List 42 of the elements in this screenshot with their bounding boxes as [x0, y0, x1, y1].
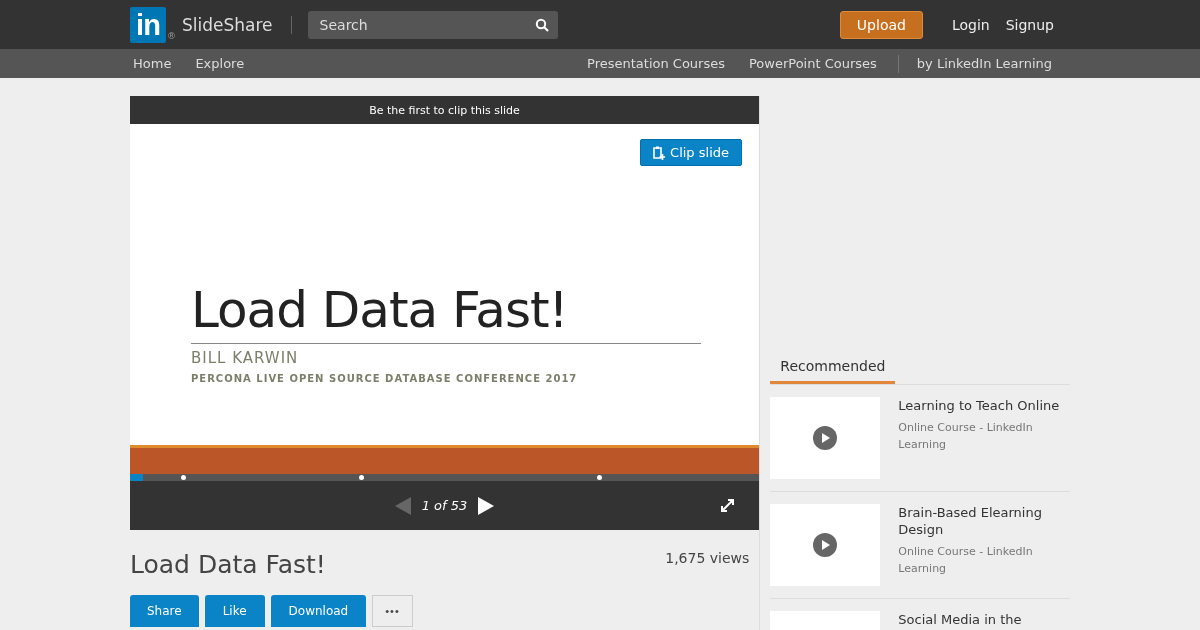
view-count: 1,675 views — [665, 550, 750, 568]
brand-name[interactable]: SlideShare — [182, 14, 273, 35]
play-icon — [812, 425, 839, 451]
section-marker[interactable] — [597, 475, 603, 480]
presentation-title: Load Data Fast! — [130, 550, 326, 579]
nav-link[interactable]: by LinkedIn Learning — [916, 56, 1052, 71]
header-link[interactable]: Login — [951, 16, 990, 33]
clipboard-plus-icon — [653, 145, 666, 160]
play-icon — [812, 532, 839, 558]
course-subtitle: Online Course - LinkedIn Learning — [898, 420, 1034, 453]
slide-author: BILL KARWIN — [191, 349, 300, 367]
more-button[interactable]: ••• — [372, 595, 413, 627]
action-button[interactable]: Like — [204, 595, 265, 627]
slide-event: PERCONA LIVE OPEN SOURCE DATABASE CONFERENCE 2017 — [191, 373, 579, 384]
progress-track[interactable] — [130, 474, 759, 481]
nav-link[interactable]: Presentation Courses — [587, 56, 725, 71]
next-icon[interactable] — [477, 495, 496, 516]
upload-button[interactable]: Upload — [839, 10, 923, 39]
search-icon[interactable] — [534, 17, 549, 32]
slide-title: Load Data Fast! — [191, 280, 569, 340]
course-thumbnail[interactable] — [770, 397, 881, 479]
header-link[interactable]: Signup — [1005, 16, 1054, 33]
registered-mark: ® — [167, 31, 176, 41]
course-title[interactable]: Brain-Based Elearning Design — [898, 504, 1070, 538]
section-marker[interactable] — [358, 475, 364, 480]
clip-banner-text: Be the first to clip this slide — [369, 103, 520, 117]
nav-link[interactable]: PowerPoint Courses — [749, 56, 877, 71]
action-button[interactable]: Download — [270, 595, 367, 627]
course-title[interactable]: Social Media in the — [898, 611, 1022, 628]
nav-link[interactable]: Explore — [195, 56, 245, 71]
recommended-tab[interactable]: Recommended — [770, 354, 896, 384]
section-marker[interactable] — [180, 475, 186, 480]
course-thumbnail[interactable] — [770, 504, 881, 586]
page-counter: 1 of 53 — [421, 498, 468, 513]
fullscreen-icon[interactable] — [720, 498, 735, 513]
action-button[interactable]: Share — [130, 595, 199, 627]
course-title[interactable]: Learning to Teach Online — [898, 397, 1070, 414]
search-field[interactable]: Search — [307, 10, 558, 39]
logo-icon[interactable]: in — [130, 6, 166, 43]
nav-link[interactable]: Home — [133, 56, 172, 71]
course-subtitle: Online Course - LinkedIn Learning — [898, 544, 1034, 577]
clip-slide-button[interactable]: Clip slide — [640, 139, 742, 166]
